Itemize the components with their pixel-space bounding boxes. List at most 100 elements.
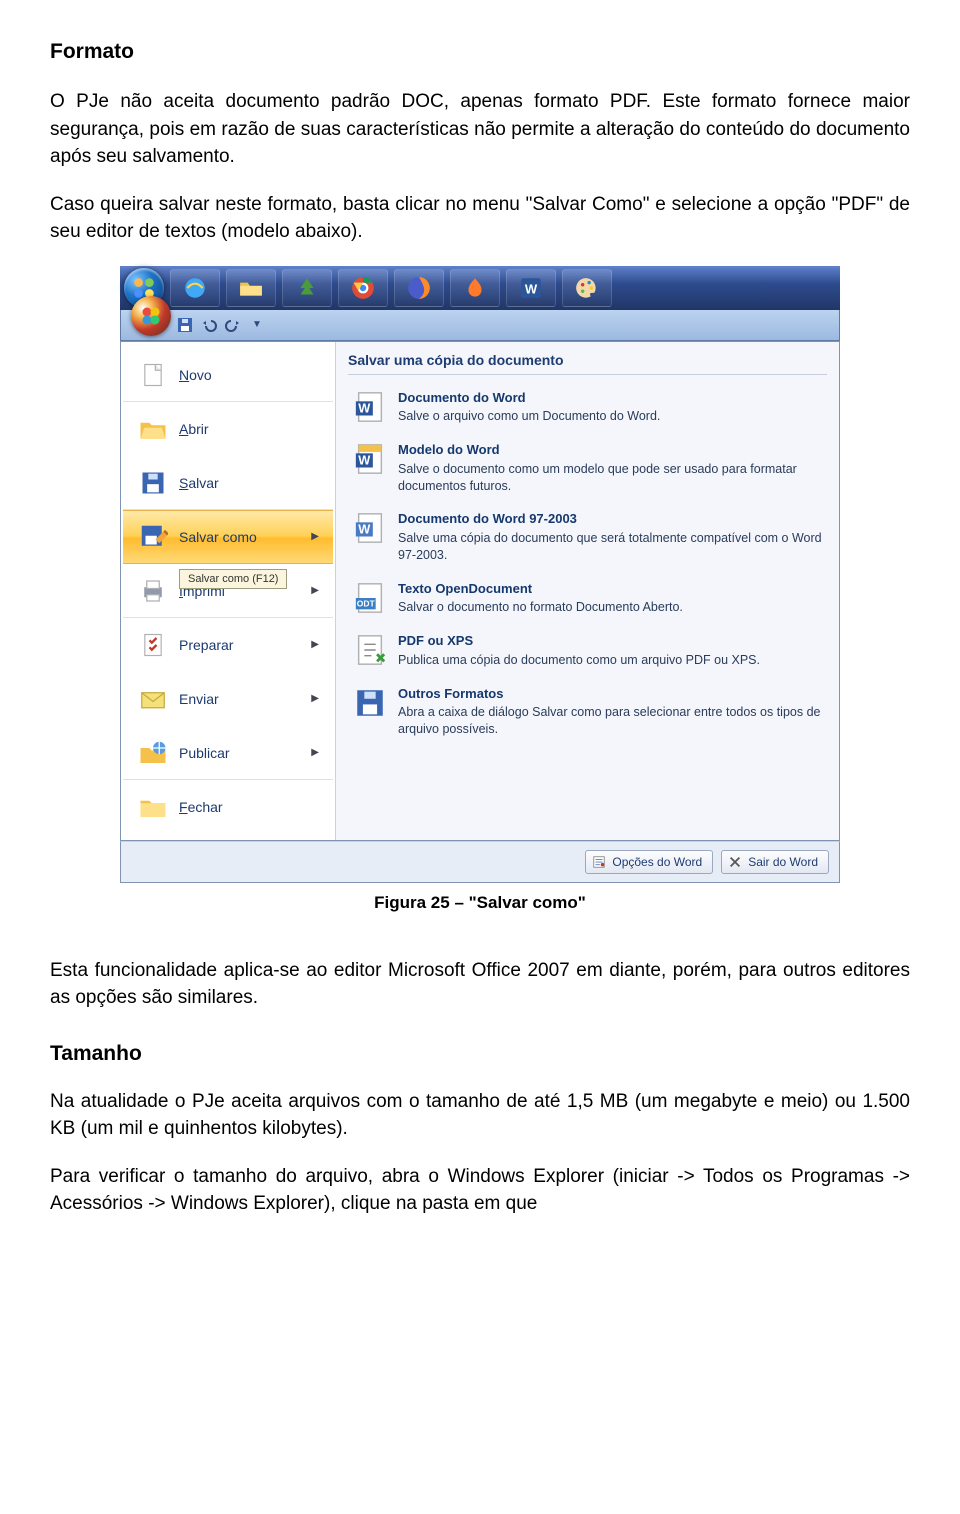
open-folder-icon bbox=[137, 413, 169, 445]
paragraph-5: Para verificar o tamanho do arquivo, abr… bbox=[50, 1163, 910, 1218]
menu-label: Fechar bbox=[179, 799, 223, 815]
saveas-word-template[interactable]: W Modelo do Word Salve o documento como u… bbox=[348, 433, 827, 502]
saveas-word-doc[interactable]: W Documento do Word Salve o arquivo como … bbox=[348, 381, 827, 433]
saveas-pdf-xps[interactable]: PDF ou XPSPublica uma cópia do documento… bbox=[348, 624, 827, 676]
taskbar-word[interactable]: W bbox=[506, 269, 556, 307]
svg-text:ODT: ODT bbox=[357, 598, 376, 608]
item-title: Outros Formatos bbox=[398, 685, 823, 703]
taskbar-paint[interactable] bbox=[562, 269, 612, 307]
word-options-button[interactable]: Opções do Word bbox=[585, 850, 713, 874]
paragraph-4: Na atualidade o PJe aceita arquivos com … bbox=[50, 1088, 910, 1143]
menu-label: Novo bbox=[179, 367, 212, 383]
office-menu-bottom: Opções do Word Sair do Word bbox=[120, 841, 840, 883]
button-label: Opções do Word bbox=[612, 855, 702, 869]
submenu-arrow-icon: ▶ bbox=[311, 531, 319, 542]
save-as-tooltip: Salvar como (F12) bbox=[179, 569, 287, 589]
menu-enviar[interactable]: Enviar ▶ bbox=[123, 672, 333, 726]
close-icon bbox=[728, 855, 742, 869]
odt-icon: ODT bbox=[352, 580, 388, 616]
ie-icon bbox=[182, 275, 208, 301]
taskbar-firefox[interactable] bbox=[394, 269, 444, 307]
item-title: PDF ou XPS bbox=[398, 632, 760, 650]
taskbar-chrome[interactable] bbox=[338, 269, 388, 307]
undo-icon bbox=[201, 317, 217, 333]
menu-preparar[interactable]: Preparar ▶ bbox=[123, 618, 333, 672]
taskbar-app2[interactable] bbox=[450, 269, 500, 307]
word-qat: ▼ bbox=[120, 310, 840, 341]
submenu-arrow-icon: ▶ bbox=[311, 585, 319, 596]
heading-formato: Formato bbox=[50, 40, 910, 64]
publish-icon bbox=[137, 737, 169, 769]
menu-label: Preparar bbox=[179, 637, 233, 653]
word-template-icon: W bbox=[352, 441, 388, 477]
svg-text:W: W bbox=[358, 400, 371, 415]
word-doc-icon: W bbox=[352, 389, 388, 425]
office-menu-left: Novo Abrir Salvar Salvar como ▶ Imprimi … bbox=[121, 342, 336, 840]
save-icon bbox=[177, 317, 193, 333]
pdf-icon bbox=[352, 632, 388, 668]
save-copy-title: Salvar uma cópia do documento bbox=[348, 352, 827, 375]
menu-publicar[interactable]: Publicar ▶ bbox=[123, 726, 333, 780]
menu-fechar[interactable]: Fechar bbox=[123, 780, 333, 834]
svg-text:W: W bbox=[525, 281, 538, 296]
close-folder-icon bbox=[137, 791, 169, 823]
flame-icon bbox=[462, 275, 488, 301]
item-desc: Abra a caixa de diálogo Salvar como para… bbox=[398, 705, 820, 736]
saveas-other[interactable]: Outros Formatos Abra a caixa de diálogo S… bbox=[348, 677, 827, 746]
menu-salvar-como[interactable]: Salvar como ▶ bbox=[123, 510, 333, 564]
qat-save[interactable] bbox=[175, 315, 195, 335]
taskbar-explorer[interactable] bbox=[226, 269, 276, 307]
qat-redo[interactable] bbox=[223, 315, 243, 335]
send-icon bbox=[137, 683, 169, 715]
folder-icon bbox=[238, 275, 264, 301]
item-desc: Salve uma cópia do documento que será to… bbox=[398, 531, 822, 562]
firefox-icon bbox=[406, 275, 432, 301]
saveas-word-9703[interactable]: W Documento do Word 97-2003 Salve uma cóp… bbox=[348, 502, 827, 571]
paragraph-2: Caso queira salvar neste formato, basta … bbox=[50, 191, 910, 246]
menu-novo[interactable]: Novo bbox=[123, 348, 333, 402]
word-icon: W bbox=[518, 275, 544, 301]
save-disk-icon bbox=[137, 467, 169, 499]
tree-icon bbox=[294, 275, 320, 301]
word-screenshot: W ▼ Novo bbox=[120, 266, 840, 883]
menu-abrir[interactable]: Abrir bbox=[123, 402, 333, 456]
prepare-icon bbox=[137, 629, 169, 661]
exit-word-button[interactable]: Sair do Word bbox=[721, 850, 829, 874]
windows-taskbar: W bbox=[120, 266, 840, 310]
word-9703-icon: W bbox=[352, 510, 388, 546]
menu-imprimir[interactable]: Imprimi ▶ Salvar como (F12) bbox=[123, 564, 333, 618]
taskbar-app1[interactable] bbox=[282, 269, 332, 307]
chrome-icon bbox=[350, 275, 376, 301]
options-icon bbox=[592, 855, 606, 869]
paragraph-3: Esta funcionalidade aplica-se ao editor … bbox=[50, 957, 910, 1012]
submenu-arrow-icon: ▶ bbox=[311, 693, 319, 704]
menu-label: Salvar bbox=[179, 475, 219, 491]
redo-icon bbox=[225, 317, 241, 333]
menu-salvar[interactable]: Salvar bbox=[123, 456, 333, 510]
qat-dropdown[interactable]: ▼ bbox=[247, 315, 267, 335]
qat-undo[interactable] bbox=[199, 315, 219, 335]
item-title: Modelo do Word bbox=[398, 441, 823, 459]
item-desc: Salvar o documento no formato Documento … bbox=[398, 600, 683, 614]
menu-label: Salvar como bbox=[179, 529, 257, 545]
taskbar-ie[interactable] bbox=[170, 269, 220, 307]
item-title: Documento do Word bbox=[398, 389, 660, 407]
submenu-arrow-icon: ▶ bbox=[311, 747, 319, 758]
save-as-icon bbox=[137, 521, 169, 553]
item-desc: Salve o arquivo como um Documento do Wor… bbox=[398, 409, 660, 423]
menu-label: Abrir bbox=[179, 421, 209, 437]
menu-label: Publicar bbox=[179, 745, 230, 761]
new-doc-icon bbox=[137, 359, 169, 391]
item-desc: Salve o documento como um modelo que pod… bbox=[398, 462, 797, 493]
office-logo-icon bbox=[139, 304, 163, 328]
saveas-odt[interactable]: ODT Texto OpenDocument Salvar o documento… bbox=[348, 572, 827, 624]
office-button[interactable] bbox=[131, 296, 171, 336]
svg-text:W: W bbox=[358, 453, 371, 468]
print-icon bbox=[137, 575, 169, 607]
office-menu-right: Salvar uma cópia do documento W Document… bbox=[336, 342, 839, 840]
paragraph-1: O PJe não aceita documento padrão DOC, a… bbox=[50, 88, 910, 171]
item-title: Texto OpenDocument bbox=[398, 580, 683, 598]
svg-text:W: W bbox=[358, 522, 371, 537]
item-title: Documento do Word 97-2003 bbox=[398, 510, 823, 528]
save-other-icon bbox=[352, 685, 388, 721]
